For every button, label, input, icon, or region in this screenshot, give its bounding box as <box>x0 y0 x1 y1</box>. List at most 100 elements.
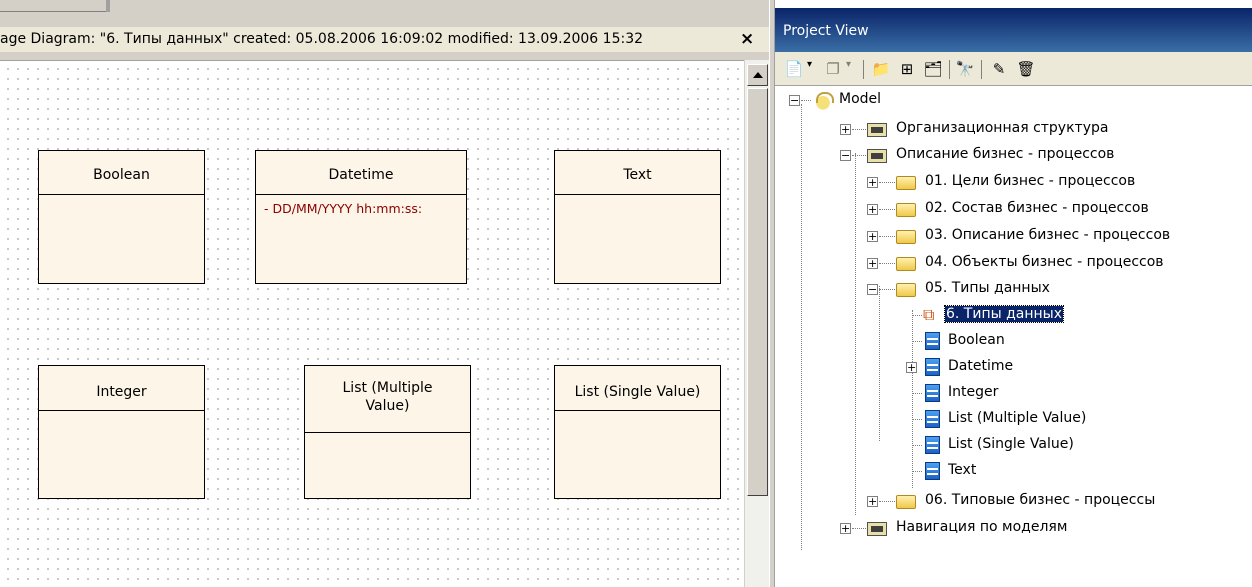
scroll-thumb[interactable] <box>747 88 768 496</box>
diagram-window: age Diagram: "6. Типы данных" created: 0… <box>0 0 769 587</box>
class-list-single-value[interactable]: List (Single Value) <box>554 365 721 499</box>
diagram-canvas[interactable]: Boolean Datetime - DD/MM/YYYY hh:mm:ss: … <box>0 60 744 587</box>
class-divider <box>305 432 470 433</box>
package-icon <box>867 123 887 137</box>
tree-item-label: Datetime <box>948 358 1014 374</box>
tree-item-list-single-value[interactable]: List (Single Value) <box>775 435 1125 458</box>
tree-item-label: List (Single Value) <box>948 436 1074 452</box>
collapse-icon[interactable]: − <box>867 284 878 295</box>
tree-connector <box>912 393 922 394</box>
expand-icon[interactable]: + <box>840 124 851 135</box>
class-datetime[interactable]: Datetime - DD/MM/YYYY hh:mm:ss: <box>255 150 467 284</box>
scroll-up-arrow-icon[interactable] <box>747 64 768 86</box>
tree-item-label: Описание бизнес - процессов <box>896 146 1115 162</box>
folder-icon <box>896 257 916 271</box>
tree-item-text[interactable]: Text <box>775 461 1075 484</box>
expand-icon[interactable]: + <box>867 231 878 242</box>
class-icon <box>925 436 940 454</box>
class-name: Text <box>623 167 652 183</box>
tree-item-folder-02[interactable]: + 02. Состав бизнес - процессов <box>775 199 1225 222</box>
class-icon <box>925 462 940 480</box>
collapse-icon[interactable]: − <box>789 95 800 106</box>
class-icon <box>925 358 940 376</box>
tree-item-list-multiple-value[interactable]: List (Multiple Value) <box>775 409 1125 432</box>
chevron-down-icon[interactable]: ▾ <box>807 59 812 70</box>
class-integer[interactable]: Integer <box>38 365 205 499</box>
project-view-header: Project View <box>775 8 1252 52</box>
class-name: Integer <box>96 384 147 400</box>
tree-item-diagram-data-types[interactable]: ⧉ 6. Типы данных <box>775 305 1175 328</box>
new-element-icon[interactable]: 📄 <box>784 59 804 79</box>
class-name: List (Single Value) <box>574 384 701 400</box>
close-icon[interactable]: × <box>740 29 754 49</box>
expand-icon[interactable]: + <box>867 177 878 188</box>
tree-item-boolean[interactable]: Boolean <box>775 331 1075 354</box>
project-tree[interactable]: − Model + Организационная структура − Оп… <box>775 87 1252 587</box>
class-divider <box>555 194 720 195</box>
tree-connector <box>879 289 895 290</box>
copy-icon[interactable]: ❐ <box>823 59 843 79</box>
diagram-icon: ⧉ <box>923 305 935 324</box>
class-icon <box>925 384 940 402</box>
tree-item-integer[interactable]: Integer <box>775 383 1075 406</box>
package-icon[interactable]: 🗂 <box>923 59 943 79</box>
tree-connector <box>852 129 866 130</box>
tree-item-label: 6. Типы данных <box>943 305 1065 323</box>
class-boolean[interactable]: Boolean <box>38 150 205 284</box>
tree-connector <box>912 471 922 472</box>
tree-item-folder-03[interactable]: + 03. Описание бизнес - процессов <box>775 226 1235 249</box>
expand-icon[interactable]: + <box>867 258 878 269</box>
expand-icon[interactable]: + <box>906 362 917 373</box>
edit-icon[interactable]: ✎ <box>989 59 1009 79</box>
class-divider <box>256 194 466 195</box>
collapse-icon[interactable]: − <box>840 150 851 161</box>
tree-connector <box>879 263 895 264</box>
class-divider <box>555 410 720 411</box>
tree-item-model-navigation[interactable]: + Навигация по моделям <box>775 518 1175 541</box>
tree-item-folder-01[interactable]: + 01. Цели бизнес - процессов <box>775 172 1225 195</box>
vertical-scrollbar[interactable] <box>744 60 769 587</box>
tree-item-folder-05[interactable]: − 05. Типы данных <box>775 279 1175 302</box>
folder-icon <box>896 176 916 190</box>
diagram-tab[interactable] <box>0 0 110 12</box>
tree-connector <box>801 100 811 101</box>
folder-icon <box>896 283 916 297</box>
tree-item-organizational-structure[interactable]: + Организационная структура <box>775 119 1175 142</box>
delete-icon[interactable]: 🗑 <box>1016 59 1036 79</box>
tree-item-model[interactable]: − Model <box>775 90 975 113</box>
tree-item-label: Организационная структура <box>896 120 1109 136</box>
class-divider <box>39 194 204 195</box>
class-attribute: - DD/MM/YYYY hh:mm:ss: <box>264 201 423 216</box>
toolbar-separator <box>863 60 864 79</box>
class-text[interactable]: Text <box>554 150 721 284</box>
tree-item-label: 03. Описание бизнес - процессов <box>925 227 1171 243</box>
expand-icon[interactable]: + <box>840 523 851 534</box>
tree-item-label: Text <box>948 462 977 478</box>
class-list-multiple-value[interactable]: List (Multiple Value) <box>304 365 471 499</box>
find-icon[interactable]: 🔭 <box>955 59 975 79</box>
tree-connector <box>912 445 922 446</box>
tree-item-folder-06[interactable]: + 06. Типовые бизнес - процессы <box>775 491 1235 514</box>
package-icon <box>867 522 887 536</box>
class-name: Boolean <box>93 167 150 183</box>
class-divider <box>39 410 204 411</box>
new-package-icon[interactable]: 📁 <box>871 59 891 79</box>
tree-item-label: 05. Типы данных <box>925 280 1050 296</box>
tree-item-folder-04[interactable]: + 04. Объекты бизнес - процессов <box>775 253 1235 276</box>
tree-item-label: Model <box>839 91 882 107</box>
tree-item-datetime[interactable]: + Datetime <box>775 357 1075 380</box>
new-diagram-icon[interactable]: ⊞ <box>897 59 917 79</box>
class-name: List (Multiple Value) <box>342 380 433 414</box>
tree-item-label: Integer <box>948 384 999 400</box>
class-icon <box>925 410 940 428</box>
chevron-down-icon[interactable]: ▾ <box>846 59 851 70</box>
tree-connector <box>912 341 922 342</box>
tree-connector <box>879 501 895 502</box>
folder-icon <box>896 495 916 509</box>
class-name: Datetime <box>328 167 394 183</box>
folder-icon <box>896 203 916 217</box>
expand-icon[interactable]: + <box>867 204 878 215</box>
expand-icon[interactable]: + <box>867 496 878 507</box>
tree-item-business-process-description[interactable]: − Описание бизнес - процессов <box>775 145 1175 168</box>
toolbar-separator <box>981 60 982 79</box>
